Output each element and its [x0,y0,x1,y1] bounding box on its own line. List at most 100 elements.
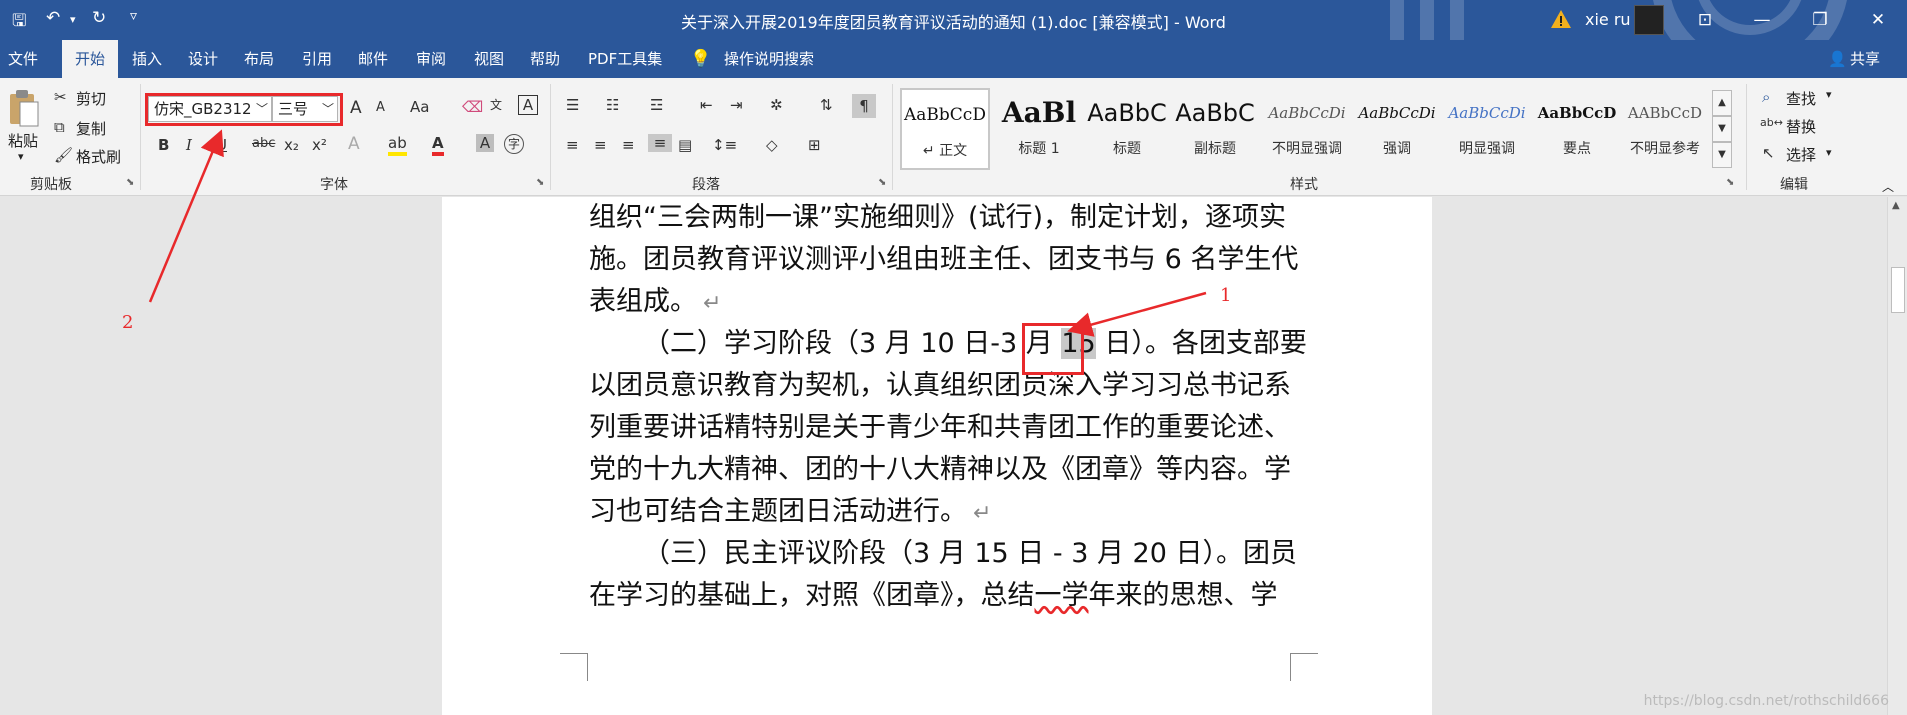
styles-launcher-icon[interactable]: ⬊ [1726,177,1734,188]
style-heading-1[interactable]: AaBl 标题 1 [994,88,1084,170]
format-painter-button[interactable]: 格式刷 [76,146,121,167]
align-center-icon[interactable]: ≡ [594,136,607,154]
style-intense-emphasis[interactable]: AaBbCcDi 明显强调 [1442,88,1532,170]
clear-formatting-icon[interactable]: ⌫ [462,98,483,116]
cut-button[interactable]: 剪切 [76,88,106,109]
align-left-icon[interactable]: ≡ [566,136,579,154]
tab-view[interactable]: 视图 [474,40,504,78]
doc-line[interactable]: 施。团员教育评议测评小组由班主任、团支书与 6 名学生代 [589,239,1298,281]
minimize-button[interactable]: — [1742,6,1782,34]
align-right-icon[interactable]: ≡ [622,136,635,154]
tell-me-search[interactable]: 操作说明搜索 [724,40,814,78]
doc-line[interactable]: 组织“三会两制一课”实施细则》(试行)，制定计划，逐项实 [589,197,1286,239]
tab-design[interactable]: 设计 [188,40,218,78]
shading-icon[interactable]: ◇ [766,136,778,154]
find-button[interactable]: 查找 [1786,88,1816,109]
bold-button[interactable]: B [158,136,169,154]
tab-review[interactable]: 审阅 [416,40,446,78]
document-area[interactable]: 组织“三会两制一课”实施细则》(试行)，制定计划，逐项实 施。团员教育评议测评小… [0,197,1887,715]
scrollbar-thumb[interactable] [1891,267,1905,313]
style-strong[interactable]: AaBbCcD 要点 [1532,88,1622,170]
collapse-ribbon-icon[interactable]: ︿ [1882,178,1894,195]
close-button[interactable]: ✕ [1858,6,1898,34]
doc-line[interactable]: 在学习的基础上，对照《团章》，总结一学年来的思想、学 [589,575,1278,617]
subscript-button[interactable]: x₂ [284,136,299,154]
text-effects-icon[interactable]: A [348,134,360,154]
tab-insert[interactable]: 插入 [132,40,162,78]
decrease-indent-icon[interactable]: ⇤ [700,96,713,114]
show-marks-icon[interactable]: ¶ [852,94,876,118]
avatar[interactable] [1634,5,1664,35]
strikethrough-button[interactable]: abc [252,136,275,151]
doc-line[interactable]: （二）学习阶段（3 月 10 日-3 月 15 日）。各团支部要 [589,323,1307,365]
bullets-icon[interactable]: ☰ [566,96,579,114]
tab-pdf-tools[interactable]: PDF工具集 [588,40,662,78]
style-emphasis[interactable]: AaBbCcDi 强调 [1352,88,1442,170]
replace-button[interactable]: 替换 [1786,116,1816,137]
character-border-icon[interactable]: A [518,95,538,115]
vertical-scrollbar[interactable]: ▲ [1887,197,1907,715]
style-name: 不明显参考 [1630,141,1700,157]
highlight-color-icon[interactable]: ab [388,134,407,156]
scroll-up-arrow-icon[interactable]: ▲ [1892,200,1900,211]
style-sample: AaBbC [1175,99,1255,127]
style-title[interactable]: AaBbC 标题 [1082,88,1172,170]
doc-line[interactable]: 党的十九大精神、团的十八大精神以及《团章》等内容。学 [589,449,1291,491]
character-shading-icon[interactable]: A [476,134,494,152]
increase-indent-icon[interactable]: ⇥ [730,96,743,114]
doc-line[interactable]: （三）民主评议阶段（3 月 15 日 - 3 月 20 日）。团员 [589,533,1297,575]
change-case-icon[interactable]: Aa [410,98,429,116]
select-dropdown-icon[interactable]: ▾ [1826,146,1832,159]
paste-button[interactable]: 粘贴 [8,130,38,151]
tab-layout[interactable]: 布局 [244,40,274,78]
paste-dropdown-icon[interactable]: ▾ [18,150,24,163]
borders-icon[interactable]: ⊞ [808,136,821,154]
phonetic-guide-icon[interactable]: 文 [490,96,502,113]
style-normal[interactable]: AaBbCcD ↵ 正文 [900,88,990,170]
spelling-underline[interactable]: 一学 [1035,580,1089,611]
font-launcher-icon[interactable]: ⬊ [536,177,544,188]
style-subtitle[interactable]: AaBbC 副标题 [1170,88,1260,170]
paragraph-launcher-icon[interactable]: ⬊ [878,177,886,188]
style-subtle-emphasis[interactable]: AaBbCcDi 不明显强调 [1262,88,1352,170]
tab-help[interactable]: 帮助 [530,40,560,78]
ribbon-display-options-icon[interactable]: ⊡ [1685,6,1725,34]
style-subtle-reference[interactable]: AABbCcD 不明显参考 [1620,88,1710,170]
italic-button[interactable]: I [186,136,192,154]
tab-mailings[interactable]: 邮件 [358,40,388,78]
user-name[interactable]: xie ru [1585,10,1631,29]
find-dropdown-icon[interactable]: ▾ [1826,88,1832,101]
doc-line[interactable]: 以团员意识教育为契机，认真组织团员深入学习习总书记系 [589,365,1291,407]
document-page[interactable]: 组织“三会两制一课”实施细则》(试行)，制定计划，逐项实 施。团员教育评议测评小… [442,197,1432,715]
restore-button[interactable]: ❐ [1800,6,1840,34]
doc-line[interactable]: 表组成。 ↵ [589,281,721,323]
select-button[interactable]: 选择 [1786,144,1816,165]
clipboard-launcher-icon[interactable]: ⬊ [126,177,134,188]
sort-icon[interactable]: ⇅ [820,96,833,114]
numbering-icon[interactable]: ☷ [606,96,619,114]
styles-scroll-up-icon[interactable]: ▲ [1712,90,1732,116]
doc-line[interactable]: 列重要讲话精特别是关于青少年和共青团工作的重要论述、 [589,407,1291,449]
font-color-icon[interactable]: A [432,134,444,156]
enclose-characters-icon[interactable]: 字 [504,134,524,154]
shrink-font-icon[interactable]: A [376,100,385,115]
tab-file[interactable]: 文件 [8,40,38,78]
distributed-icon[interactable]: ▤ [678,136,692,154]
grow-font-icon[interactable]: A [350,98,362,118]
underline-button[interactable]: U [216,136,227,154]
line-spacing-icon[interactable]: ↕≡ [712,136,737,154]
styles-scroll-down-icon[interactable]: ▼ [1712,116,1732,142]
superscript-button[interactable]: x² [312,136,327,154]
tab-home[interactable]: 开始 [62,40,118,78]
copy-button[interactable]: 复制 [76,118,106,139]
share-button[interactable]: 共享 [1850,40,1880,78]
chinese-layout-icon[interactable]: ✲ [770,96,783,114]
multilevel-list-icon[interactable]: ☲ [650,96,663,114]
justify-icon[interactable]: ≡ [648,134,672,152]
paste-icon[interactable] [8,88,40,128]
styles-more-icon[interactable]: ▼ [1712,142,1732,168]
doc-line[interactable]: 习也可结合主题团日活动进行。 ↵ [589,491,991,533]
warning-icon[interactable] [1550,8,1572,30]
tab-references[interactable]: 引用 [302,40,332,78]
crop-mark-left [560,653,588,681]
